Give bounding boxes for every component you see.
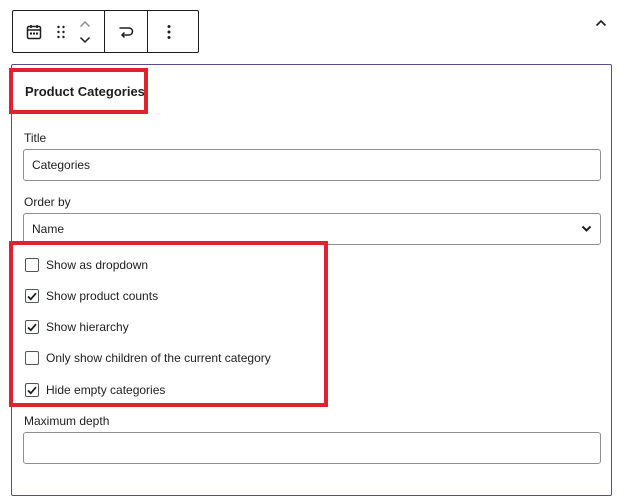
order-by-select[interactable]: Name (23, 213, 601, 245)
option-label: Hide empty categories (46, 383, 166, 397)
show-as-dropdown-checkbox[interactable] (25, 258, 39, 272)
checkmark-icon (27, 386, 37, 395)
option-label: Show as dropdown (46, 258, 149, 272)
maximum-depth-input[interactable] (23, 432, 601, 464)
chevron-down-icon (581, 225, 592, 233)
collapse-chevron-up-icon[interactable] (590, 12, 612, 34)
checkmark-icon (27, 323, 37, 332)
block-mover (74, 11, 96, 52)
option-show-product-counts[interactable]: Show product counts (25, 288, 158, 304)
option-show-hierarchy[interactable]: Show hierarchy (25, 319, 129, 335)
chevron-up-icon[interactable] (79, 16, 91, 32)
hide-empty-categories-checkbox[interactable] (25, 383, 39, 397)
title-input[interactable] (23, 149, 601, 181)
show-product-counts-checkbox[interactable] (25, 289, 39, 303)
transform-icon[interactable] (105, 11, 147, 52)
maximum-depth-label: Maximum depth (24, 414, 110, 428)
panel-title: Product Categories (25, 84, 145, 99)
widget-panel: Product Categories Title Order by Name S… (11, 64, 612, 496)
title-label: Title (24, 131, 47, 145)
option-label: Show product counts (46, 289, 159, 303)
toolbar-transform-group (104, 11, 147, 52)
drag-handle-icon[interactable] (52, 11, 70, 52)
more-vertical-icon[interactable] (148, 11, 190, 52)
block-toolbar (12, 10, 199, 53)
toolbar-options-group (147, 11, 190, 52)
checkmark-icon (27, 292, 37, 301)
option-show-as-dropdown[interactable]: Show as dropdown (25, 257, 148, 273)
option-label: Only show children of the current catego… (46, 351, 271, 365)
order-by-value: Name (32, 222, 65, 236)
option-hide-empty-categories[interactable]: Hide empty categories (25, 382, 165, 398)
option-only-show-children[interactable]: Only show children of the current catego… (25, 350, 271, 366)
only-show-children-checkbox[interactable] (25, 351, 39, 365)
order-by-label: Order by (24, 195, 71, 209)
show-hierarchy-checkbox[interactable] (25, 320, 39, 334)
calendar-icon[interactable] (24, 11, 44, 52)
toolbar-block-group (13, 11, 104, 52)
chevron-down-icon[interactable] (79, 32, 91, 48)
option-label: Show hierarchy (46, 320, 129, 334)
